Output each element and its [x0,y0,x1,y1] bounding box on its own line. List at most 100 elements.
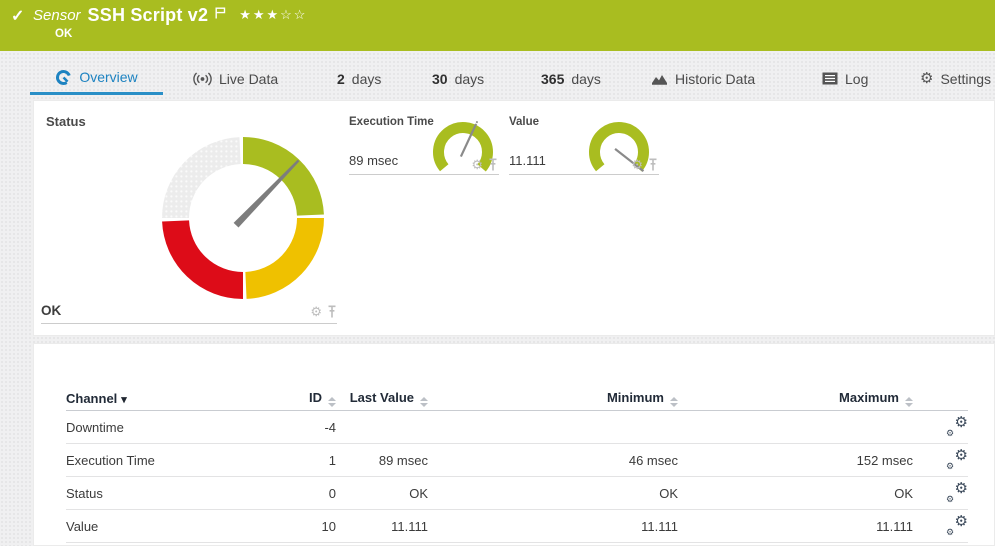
gear-icon: ⚙ [946,429,954,438]
gear-icon: ⚙ [955,448,968,463]
tab-settings[interactable]: ⚙ Settings [920,62,991,95]
tab-label: Overview [79,69,137,85]
sort-icon [905,397,913,407]
channel-name: Status [66,486,276,501]
channel-id: 10 [276,519,336,534]
channel-name: Downtime [66,420,276,435]
tab-number: 2 [337,71,345,87]
tab-label: Live Data [219,71,278,87]
tab-label: days [571,71,601,87]
column-header-channel[interactable]: Channel ▾ [66,391,276,406]
gear-icon: ⚙ [955,514,968,529]
sensor-title: SSH Script v2 [88,5,209,26]
column-header-label: Minimum [607,390,664,405]
log-icon [822,72,838,85]
channel-minimum: 46 msec [428,453,678,468]
column-header-label: Maximum [839,390,899,405]
column-header-label: Channel [66,391,117,406]
table-row-execution-time: Execution Time 1 89 msec 46 msec 152 mse… [66,444,968,477]
tab-30-days[interactable]: 30 days [432,62,484,95]
sort-icon [420,397,428,407]
channel-id: 0 [276,486,336,501]
gear-icon: ⚙ [920,71,933,86]
channel-settings-icon[interactable]: ⚙ ⚙ [946,418,968,437]
channel-table-panel: Channel ▾ ID Last Value Minimum Maximum D… [33,343,995,546]
tab-number: 30 [432,71,448,87]
channel-id: 1 [276,453,336,468]
channel-maximum: 152 msec [678,453,913,468]
channel-maximum: OK [678,486,913,501]
broadcast-icon [193,72,212,86]
value-label: Value [509,116,539,128]
sensor-status-bar: ✓ Sensor SSH Script v2 ★★★☆☆ OK [0,0,995,51]
flag-icon [215,6,226,24]
tab-overview[interactable]: Overview [30,62,163,95]
channel-last-value: 89 msec [336,453,428,468]
sort-icon [670,397,678,407]
channel-table-header: Channel ▾ ID Last Value Minimum Maximum [66,386,968,411]
execution-time-value: 89 msec [349,153,398,168]
sensor-type-label: Sensor [33,5,81,24]
gear-icon[interactable]: ⚙ [471,158,483,171]
gear-icon[interactable]: ⚙ [310,305,322,318]
execution-time-gauge-cell: Execution Time 89 msec ⚙ [349,114,499,175]
tab-bar: Overview Live Data 2 days 30 days 365 da… [0,62,995,95]
sensor-status-text: OK [55,28,72,40]
column-header-label: ID [309,390,322,405]
gauge-icon [55,69,72,86]
tab-label: Settings [940,71,991,87]
gear-icon[interactable]: ⚙ [631,158,643,171]
tab-label: days [352,71,382,87]
gear-icon: ⚙ [955,481,968,496]
status-gauge-value: OK [41,303,61,318]
channel-settings-icon[interactable]: ⚙ ⚙ [946,517,968,536]
channel-minimum: 11.111 [428,519,678,534]
column-header-last-value[interactable]: Last Value [336,390,428,407]
sort-icon [328,397,336,407]
tab-log[interactable]: Log [822,62,868,95]
pin-icon[interactable] [648,158,658,171]
sort-caret-icon: ▾ [121,394,127,406]
gear-icon: ⚙ [955,415,968,430]
gear-icon: ⚙ [946,495,954,504]
status-gauge-footer: OK ⚙ [41,297,337,324]
value-value: 11.111 [509,153,546,168]
tab-label: Historic Data [675,71,755,87]
tab-historic-data[interactable]: Historic Data [651,62,755,95]
channel-name: Execution Time [66,453,276,468]
tab-2-days[interactable]: 2 days [337,62,381,95]
tab-number: 365 [541,71,564,87]
star-rating[interactable]: ★★★☆☆ [239,5,307,23]
pin-icon[interactable] [488,158,498,171]
pin-icon[interactable] [327,305,337,318]
channel-id: -4 [276,420,336,435]
tab-label: Log [845,71,868,87]
channel-maximum: 11.111 [678,519,913,534]
channel-settings-icon[interactable]: ⚙ ⚙ [946,451,968,470]
column-header-maximum[interactable]: Maximum [678,390,913,407]
status-gauge-label: Status [46,114,86,129]
channel-last-value: 11.111 [336,519,428,534]
tab-365-days[interactable]: 365 days [541,62,601,95]
value-gauge-cell: Value 11.111 ⚙ [509,114,659,175]
tab-live-data[interactable]: Live Data [193,62,278,95]
channel-settings-icon[interactable]: ⚙ ⚙ [946,484,968,503]
gear-icon: ⚙ [946,528,954,537]
channel-table: Channel ▾ ID Last Value Minimum Maximum D… [66,386,968,543]
channel-name: Value [66,519,276,534]
table-row-value: Value 10 11.111 11.111 11.111 ⚙ ⚙ [66,510,968,543]
column-header-label: Last Value [350,390,414,405]
table-row-downtime: Downtime -4 ⚙ ⚙ [66,411,968,444]
overview-gauges-panel: Status OK ⚙ Execution Time [33,100,995,336]
channel-minimum: OK [428,486,678,501]
column-header-minimum[interactable]: Minimum [428,390,678,407]
status-gauge [158,133,328,303]
area-chart-icon [651,72,668,86]
column-header-id[interactable]: ID [276,390,336,407]
execution-time-label: Execution Time [349,116,434,128]
execution-time-gauge [429,118,497,182]
gear-icon: ⚙ [946,462,954,471]
table-row-status: Status 0 OK OK OK ⚙ ⚙ [66,477,968,510]
channel-last-value: OK [336,486,428,501]
tab-label: days [455,71,485,87]
